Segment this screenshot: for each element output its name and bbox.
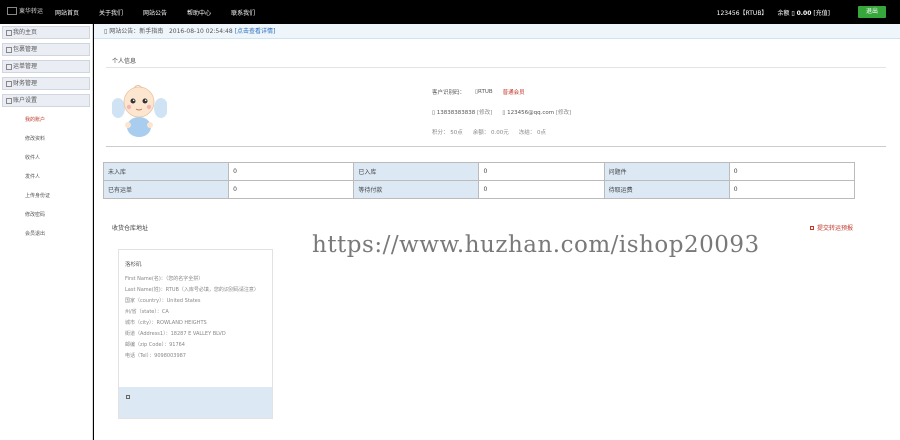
table-row: 已有运单 0 等待付款 0 待取运费 0 <box>102 180 856 199</box>
stat-label[interactable]: 问题件 <box>603 162 730 181</box>
sidebar-item-edit-profile[interactable]: 修改资料 <box>0 130 92 149</box>
nav-about[interactable]: 关于我们 <box>99 8 123 17</box>
logout-button[interactable]: 退出 <box>858 6 886 18</box>
stat-label[interactable]: 待取运费 <box>603 180 730 199</box>
customer-code: RTUB <box>478 89 493 95</box>
submit-forecast-link[interactable]: 提交转运预报 <box>810 223 853 232</box>
stat-label[interactable]: 已入库 <box>353 162 480 181</box>
profile-info: 客户识别码： ▯RTUB 普通会员 ▯ 13838383838 [修改] ▯ 1… <box>432 89 572 136</box>
frozen: 冻结： 0点 <box>518 130 546 136</box>
stat-label[interactable]: 已有运单 <box>102 180 230 199</box>
points: 积分： 50点 <box>432 130 463 136</box>
address-line: 电话（Tel）：9098003987 <box>125 353 186 359</box>
sidebar-menu-parcels[interactable]: 包裹管理 <box>2 43 90 56</box>
stat-value: 0 <box>728 162 856 181</box>
watermark: https://www.huzhan.com/ishop20093 <box>312 232 760 258</box>
customer-code-label: 客户识别码： <box>432 90 466 96</box>
sidebar-menu-home[interactable]: 我的主页 <box>2 26 90 39</box>
logo-text: 東华转运 <box>19 8 44 15</box>
address-line: 州/省（state）：CA <box>125 309 169 315</box>
stat-label[interactable]: 未入库 <box>102 162 230 181</box>
address-line: 街道（Address1）：18287 E VALLEY BLVD <box>125 331 226 337</box>
baby-avatar-icon <box>112 85 167 137</box>
card-footer <box>119 387 272 418</box>
logo[interactable]: 東华转运 <box>7 6 43 15</box>
email: 123456@qq.com <box>507 110 555 116</box>
stat-value: 0 <box>478 180 605 199</box>
address-line: 国家（country）：United States <box>125 298 201 304</box>
sidebar-item-recipients[interactable]: 收件人 <box>0 149 92 168</box>
warehouse-name: 洛杉矶 <box>125 262 142 268</box>
sidebar-item-senders[interactable]: 发件人 <box>0 168 92 187</box>
sidebar-menu-waybills[interactable]: 运单管理 <box>2 60 90 73</box>
main-nav: 网站首页 关于我们 网站公告 帮助中心 联系我们 <box>55 8 275 17</box>
forecast-icon <box>810 225 814 230</box>
sidebar-menu-account[interactable]: 账户设置 <box>2 94 90 107</box>
sidebar-item-my-account[interactable]: 我的账户 <box>0 111 92 130</box>
address-line: 城市（city）：ROWLAND HEIGHTS <box>125 320 207 326</box>
stat-label[interactable]: 等待付款 <box>353 180 480 199</box>
user-info: 123456【RTUB】 余额 ▯ 0.00 [充值] <box>716 10 830 17</box>
sidebar-item-upload-id[interactable]: 上传身份证 <box>0 187 92 206</box>
notice-bar: ▯ 网站公告：新手指南 2016-08-10 02:54:48 [点击查看详情] <box>94 24 900 39</box>
stat-value: 0 <box>228 180 355 199</box>
sidebar: 我的主页 包裹管理 运单管理 财务管理 账户设置 我的账户 修改资料 收件人 发… <box>0 24 93 440</box>
card-checkbox-icon[interactable] <box>126 395 130 399</box>
top-bar: 東华转运 网站首页 关于我们 网站公告 帮助中心 联系我们 123456【RTU… <box>0 0 900 24</box>
address-line: 邮编（zip Code）：91764 <box>125 342 185 348</box>
sidebar-item-logout[interactable]: 会员退出 <box>0 225 92 244</box>
balance-label: 余额 <box>777 10 790 17</box>
main-content: ▯ 网站公告：新手指南 2016-08-10 02:54:48 [点击查看详情]… <box>94 24 900 440</box>
logo-image-icon <box>7 6 17 15</box>
warehouse-card: 洛杉矶 First Name(名)：（您的名字全拼） Last Name(姓)：… <box>118 249 273 419</box>
phone-edit-link[interactable]: [修改] <box>477 110 492 116</box>
divider <box>106 67 886 68</box>
notice-time: 2016-08-10 02:54:48 <box>168 28 233 35</box>
balance-value: 0.00 <box>796 10 812 17</box>
table-row: 未入库 0 已入库 0 问题件 0 <box>102 162 856 181</box>
recharge-link[interactable]: [充值] <box>813 10 830 17</box>
account-balance: 余额： 0.00元 <box>472 130 509 136</box>
nav-help[interactable]: 帮助中心 <box>187 8 211 17</box>
divider <box>106 146 886 147</box>
notice-label[interactable]: 网站公告：新手指南 <box>109 28 163 35</box>
address-line: Last Name(姓)：RTUB（入库号必填，您的识别码请注意） <box>125 287 259 293</box>
parcel-stats-table: 未入库 0 已入库 0 问题件 0 已有运单 0 等待付款 0 待取运费 0 <box>102 162 856 199</box>
profile-title: 个人信息 <box>112 58 137 65</box>
phone: 13838383838 <box>436 110 476 116</box>
nav-contact[interactable]: 联系我们 <box>231 8 255 17</box>
sidebar-item-change-password[interactable]: 修改密码 <box>0 206 92 225</box>
nav-notice[interactable]: 网站公告 <box>143 8 167 17</box>
address-line: First Name(名)：（您的名字全拼） <box>125 276 204 282</box>
stat-value: 0 <box>728 180 856 199</box>
stat-value: 0 <box>478 162 605 181</box>
warehouse-address-title: 收货仓库地址 <box>112 225 149 232</box>
submit-forecast-label: 提交转运预报 <box>817 225 854 232</box>
stat-value: 0 <box>228 162 355 181</box>
email-edit-link[interactable]: [修改] <box>556 110 571 116</box>
notice-more-link[interactable]: [点击查看详情] <box>235 28 276 35</box>
member-level: 普通会员 <box>502 90 525 96</box>
sidebar-menu-finance[interactable]: 财务管理 <box>2 77 90 90</box>
nav-home[interactable]: 网站首页 <box>55 8 79 17</box>
user-code: 123456【RTUB】 <box>716 10 768 17</box>
